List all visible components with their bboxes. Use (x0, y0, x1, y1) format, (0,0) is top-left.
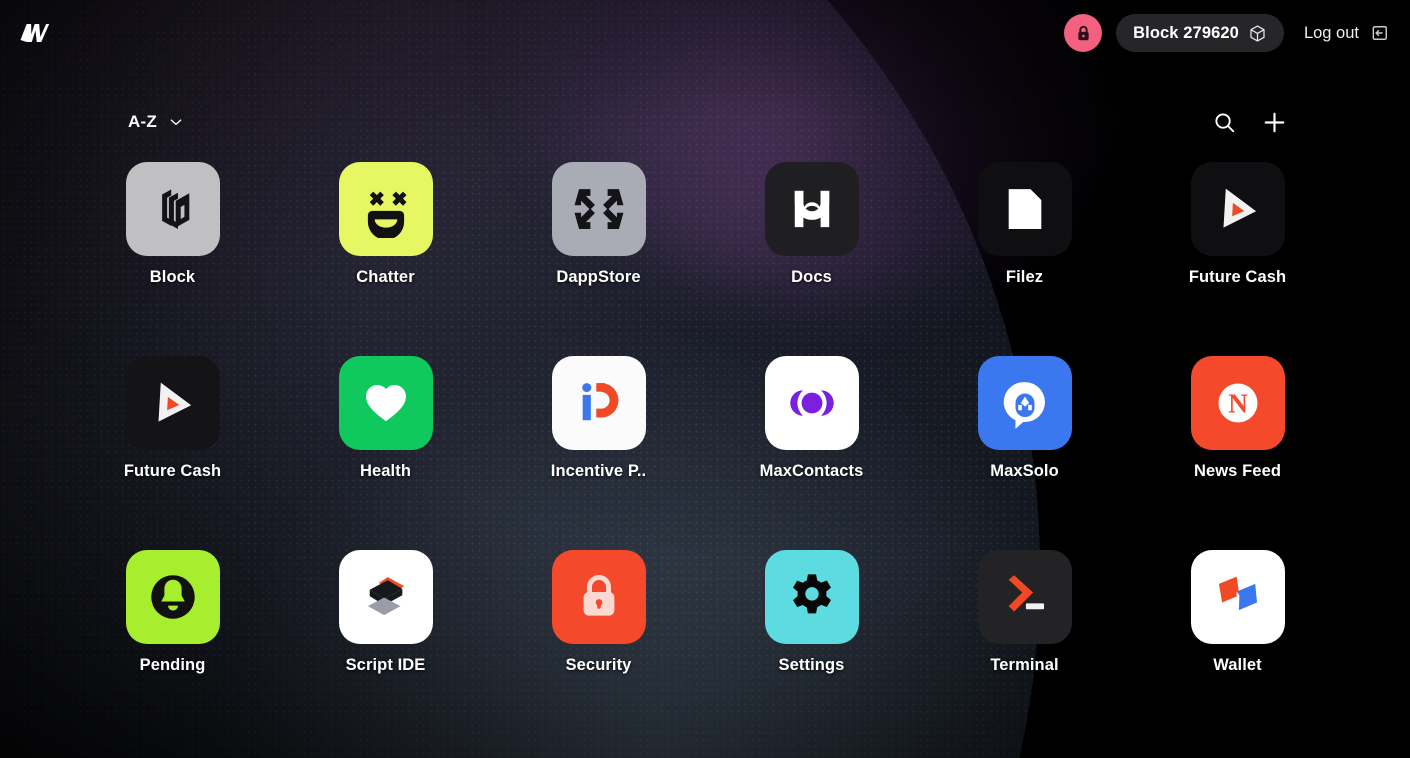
app-label: Future Cash (123, 462, 222, 480)
logout-icon (1372, 26, 1387, 40)
incentive-ip-icon[interactable] (551, 356, 646, 450)
logout-label: Log out (1303, 23, 1359, 42)
app-label: Docs (791, 268, 832, 286)
app-label: Filez (1005, 268, 1044, 286)
cube-icon (1250, 24, 1265, 42)
block-height-label: Block 279620 (1133, 23, 1239, 42)
maxthon-m-logo-icon[interactable] (16, 16, 50, 50)
app-tile-maxsolo[interactable]: MaxSolo (918, 356, 1131, 481)
play-triangle-icon[interactable] (1190, 162, 1285, 256)
lock-status-badge[interactable] (1064, 14, 1103, 52)
play-triangle-icon[interactable] (125, 356, 220, 450)
app-grid: Block Chatter DappStore Docs Filez Future Cas… (0, 162, 1410, 675)
app-label: Chatter (356, 268, 415, 286)
app-label: Script IDE (345, 656, 426, 674)
app-label: Health (359, 462, 412, 480)
app-tile-block[interactable]: Block (66, 162, 279, 287)
app-tile-terminal[interactable]: Terminal (918, 550, 1131, 675)
block-height-pill[interactable]: Block 279620 (1116, 14, 1284, 52)
bell-icon[interactable] (125, 550, 220, 644)
news-n-icon[interactable]: N (1190, 356, 1285, 450)
top-bar-actions: Block 279620 Log out (1064, 14, 1390, 52)
app-label: Terminal (990, 656, 1059, 674)
app-tile-future-cash[interactable]: Future Cash (1131, 162, 1344, 287)
block-cube-icon[interactable] (125, 162, 220, 256)
four-arrows-icon[interactable] (551, 162, 646, 256)
app-label: Incentive P.. (550, 462, 647, 480)
sort-order-dropdown[interactable]: A-Z (128, 112, 184, 132)
maxsolo-bubble-icon[interactable] (977, 356, 1072, 450)
chevron-down-icon (170, 119, 182, 126)
app-label: Settings (778, 656, 845, 674)
top-bar: Block 279620 Log out (0, 0, 1410, 66)
file-page-icon[interactable] (977, 162, 1072, 256)
app-label: News Feed (1193, 462, 1282, 480)
app-tile-security[interactable]: Security (492, 550, 705, 675)
svg-text:N: N (1228, 389, 1248, 419)
app-tile-incentive-p[interactable]: Incentive P.. (492, 356, 705, 481)
app-tile-script-ide[interactable]: Script IDE (279, 550, 492, 675)
docs-u-icon[interactable] (764, 162, 859, 256)
lock-icon (1078, 25, 1089, 40)
script-s-icon[interactable] (338, 550, 433, 644)
logout-button[interactable]: Log out (1304, 23, 1390, 43)
app-tile-maxcontacts[interactable]: MaxContacts (705, 356, 918, 481)
app-label: MaxSolo (990, 462, 1059, 480)
app-label: Security (565, 656, 632, 674)
contacts-eye-icon[interactable] (764, 356, 859, 450)
dead-face-icon[interactable] (338, 162, 433, 256)
app-tile-dappstore[interactable]: DappStore (492, 162, 705, 287)
app-tile-settings[interactable]: Settings (705, 550, 918, 675)
terminal-prompt-icon[interactable] (977, 550, 1072, 644)
app-label: Future Cash (1188, 268, 1287, 286)
sort-order-label: A-Z (128, 112, 157, 131)
controls-row: A-Z (0, 100, 1410, 144)
app-tile-wallet[interactable]: Wallet (1131, 550, 1344, 675)
app-tile-news-feed[interactable]: N News Feed (1131, 356, 1344, 481)
app-label: Pending (139, 656, 206, 674)
wallet-zigzag-icon[interactable] (1190, 550, 1285, 644)
app-label: Wallet (1213, 656, 1262, 674)
controls-actions (1210, 108, 1288, 136)
app-tile-docs[interactable]: Docs (705, 162, 918, 287)
search-icon (1214, 112, 1234, 132)
app-tile-chatter[interactable]: Chatter (279, 162, 492, 287)
plus-icon (1264, 112, 1284, 132)
padlock-icon[interactable] (551, 550, 646, 644)
search-button[interactable] (1210, 108, 1238, 136)
app-tile-future-cash[interactable]: Future Cash (66, 356, 279, 481)
app-label: Block (149, 268, 196, 286)
app-label: MaxContacts (759, 462, 864, 480)
gear-icon[interactable] (764, 550, 859, 644)
app-tile-filez[interactable]: Filez (918, 162, 1131, 287)
app-tile-pending[interactable]: Pending (66, 550, 279, 675)
heart-icon[interactable] (338, 356, 433, 450)
add-app-button[interactable] (1260, 108, 1288, 136)
app-label: DappStore (556, 268, 641, 286)
app-tile-health[interactable]: Health (279, 356, 492, 481)
app-launcher-screen: Block 279620 Log out A-Z Block Chatter D… (0, 0, 1410, 758)
